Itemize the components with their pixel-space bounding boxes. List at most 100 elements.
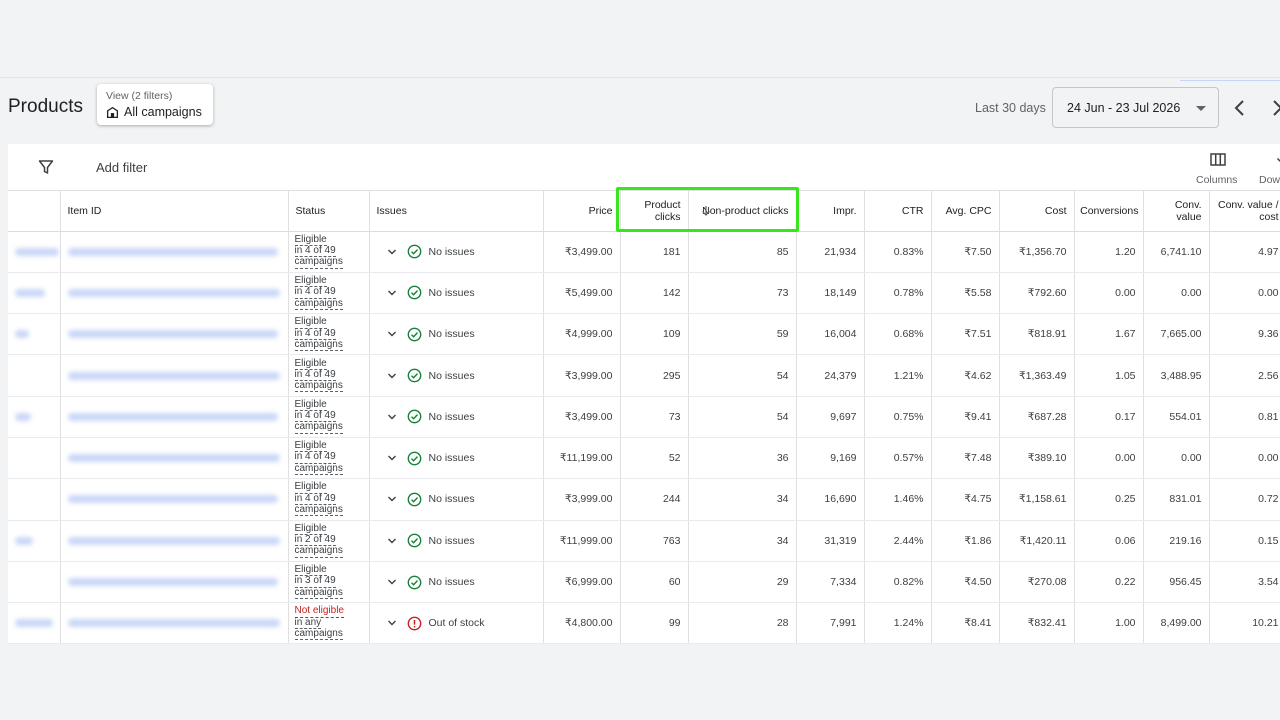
table-header-row: Item ID Status Issues Price Product clic… [8, 191, 1280, 232]
chevron-down-icon[interactable] [387, 577, 397, 587]
status-cell[interactable]: Eligible in 4 of 49 campaigns [288, 396, 370, 438]
column-header-non-product-clicks[interactable]: Non-product clicks [688, 191, 797, 232]
table-row[interactable]: Eligible in 4 of 49 campaigns No issues … [8, 478, 1280, 521]
chevron-down-icon[interactable] [387, 288, 397, 298]
add-filter-button[interactable]: Add filter [96, 160, 147, 175]
status-cell[interactable]: Eligible in 3 of 49 campaigns [288, 561, 370, 604]
conv-value-cost-cell: 9.36 [1209, 313, 1280, 356]
item-id-cell[interactable] [60, 396, 289, 438]
conv-value-cell: 831.01 [1143, 478, 1210, 521]
row-select-cell[interactable] [8, 478, 61, 521]
item-id-cell[interactable] [60, 437, 289, 480]
item-id-cell[interactable] [60, 272, 289, 315]
table-row[interactable]: Eligible in 2 of 49 campaigns No issues … [8, 520, 1280, 562]
status-cell[interactable]: Eligible in 4 of 49 campaigns [288, 478, 370, 521]
issues-cell: No issues [369, 561, 544, 604]
conv-value-cell: 6,741.10 [1143, 231, 1210, 273]
status-cell[interactable]: Eligible in 4 of 49 campaigns [288, 437, 370, 480]
item-id-cell[interactable] [60, 354, 289, 397]
download-button[interactable]: Dow [1258, 152, 1280, 186]
chevron-right-icon[interactable] [1268, 96, 1280, 120]
status-cell[interactable]: Eligible in 4 of 49 campaigns [288, 313, 370, 356]
column-header-ctr[interactable]: CTR [864, 191, 932, 232]
column-header-status[interactable]: Status [288, 191, 370, 232]
conv-value-cell: 0.00 [1143, 437, 1210, 480]
page-header: Products View (2 filters) All campaigns … [0, 80, 1280, 142]
avg-cpc-cell: ₹8.41 [931, 602, 1000, 644]
column-header-item-id[interactable]: Item ID [60, 191, 289, 232]
table-row[interactable]: Eligible in 3 of 49 campaigns No issues … [8, 561, 1280, 604]
row-select-cell[interactable] [8, 313, 61, 356]
table-row[interactable]: Eligible in 4 of 49 campaigns No issues … [8, 272, 1280, 315]
item-id-cell[interactable] [60, 561, 289, 604]
product-clicks-cell: 109 [620, 313, 689, 356]
product-clicks-cell: 295 [620, 354, 689, 397]
chevron-down-icon[interactable] [387, 618, 397, 628]
table-row[interactable]: Eligible in 4 of 49 campaigns No issues … [8, 313, 1280, 356]
column-header-product-clicks[interactable]: Product clicks [620, 191, 689, 232]
date-range-select[interactable]: 24 Jun - 23 Jul 2026 [1052, 87, 1219, 128]
status-cell[interactable]: Eligible in 4 of 49 campaigns [288, 354, 370, 397]
item-id-cell[interactable] [60, 602, 289, 644]
chevron-down-icon[interactable] [387, 494, 397, 504]
blurred-row-link [15, 536, 33, 545]
table-row[interactable]: Eligible in 4 of 49 campaigns No issues … [8, 437, 1280, 480]
ctr-cell: 1.24% [864, 602, 932, 644]
chevron-down-icon[interactable] [387, 247, 397, 257]
status-cell[interactable]: Eligible in 4 of 49 campaigns [288, 272, 370, 315]
column-header-conv-value[interactable]: Conv. value [1143, 191, 1210, 232]
column-header-issues[interactable]: Issues [369, 191, 544, 232]
products-table: Item ID Status Issues Price Product clic… [8, 191, 1280, 644]
column-header-conv-value-cost[interactable]: Conv. value / cost [1209, 191, 1280, 232]
column-header-price[interactable]: Price [543, 191, 621, 232]
columns-button[interactable]: Columns [1194, 152, 1242, 186]
row-select-cell[interactable] [8, 272, 61, 315]
chevron-down-icon[interactable] [387, 329, 397, 339]
price-cell: ₹3,999.00 [543, 478, 621, 521]
status-cell[interactable]: Eligible in 4 of 49 campaigns [288, 231, 370, 273]
non-product-clicks-cell: 36 [688, 437, 797, 480]
row-select-cell[interactable] [8, 602, 61, 644]
row-select-cell[interactable] [8, 561, 61, 604]
column-header-cost[interactable]: Cost [999, 191, 1075, 232]
sort-down-icon [701, 206, 710, 216]
avg-cpc-cell: ₹7.51 [931, 313, 1000, 356]
item-id-cell[interactable] [60, 313, 289, 356]
item-id-cell[interactable] [60, 231, 289, 273]
blurred-row-link [15, 619, 53, 628]
chevron-left-icon[interactable] [1230, 96, 1250, 120]
cost-cell: ₹1,158.61 [999, 478, 1075, 521]
status-cell[interactable]: Not eligible in any campaigns [288, 602, 370, 644]
table-row[interactable]: Eligible in 4 of 49 campaigns No issues … [8, 354, 1280, 397]
filter-icon[interactable] [38, 159, 54, 175]
chevron-down-icon[interactable] [387, 371, 397, 381]
price-cell: ₹4,999.00 [543, 313, 621, 356]
item-id-cell[interactable] [60, 520, 289, 562]
chevron-down-icon[interactable] [387, 453, 397, 463]
non-product-clicks-cell: 73 [688, 272, 797, 315]
column-header-conversions[interactable]: Conversions [1074, 191, 1144, 232]
row-select-cell[interactable] [8, 354, 61, 397]
chevron-down-icon[interactable] [387, 536, 397, 546]
column-header-impr[interactable]: Impr. [796, 191, 865, 232]
view-selector[interactable]: View (2 filters) All campaigns [97, 84, 213, 125]
row-select-cell[interactable] [8, 520, 61, 562]
ctr-cell: 1.21% [864, 354, 932, 397]
row-select-cell[interactable] [8, 396, 61, 438]
chevron-down-icon[interactable] [387, 412, 397, 422]
conversions-cell: 1.00 [1074, 602, 1144, 644]
blurred-item-id [67, 412, 278, 421]
status-line-3: campaigns [294, 421, 343, 434]
row-select-cell[interactable] [8, 437, 61, 480]
table-row[interactable]: Not eligible in any campaigns Out of sto… [8, 602, 1280, 644]
blurred-item-id [67, 247, 278, 256]
status-cell[interactable]: Eligible in 2 of 49 campaigns [288, 520, 370, 562]
table-row[interactable]: Eligible in 4 of 49 campaigns No issues … [8, 231, 1280, 273]
columns-label: Columns [1196, 174, 1238, 186]
row-select-cell[interactable] [8, 231, 61, 273]
status-line-1: Not eligible [294, 605, 344, 618]
check-circle-icon [407, 533, 421, 548]
column-header-avg-cpc[interactable]: Avg. CPC [931, 191, 1000, 232]
table-row[interactable]: Eligible in 4 of 49 campaigns No issues … [8, 396, 1280, 438]
item-id-cell[interactable] [60, 478, 289, 521]
